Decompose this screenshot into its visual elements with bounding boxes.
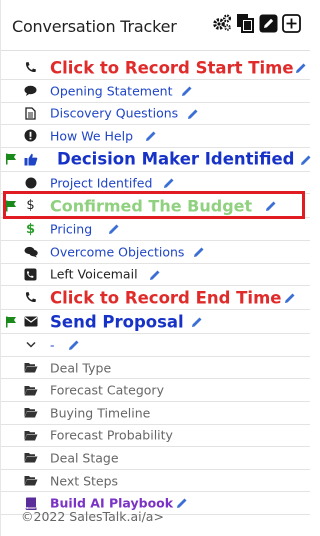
circle-icon [23,176,38,190]
phone-icon [23,61,38,75]
pencil-icon[interactable] [193,246,205,258]
voicemail-icon [23,267,38,281]
list-item-label: - [50,337,55,353]
panel-header: Conversation Tracker [1,0,310,51]
list-item-label: Deal Type [50,360,112,376]
list-item[interactable]: Forecast Probability [1,425,310,448]
list-item[interactable]: $ Pricing [1,218,310,241]
pencil-icon[interactable] [300,154,312,166]
pencil-icon[interactable] [176,497,188,509]
list-item[interactable]: Discovery Questions [1,103,310,126]
book-icon [23,496,38,510]
folder-open-icon [23,451,38,465]
comments-icon [23,245,38,259]
list-item-label: Forecast Category [50,382,164,398]
pencil-icon[interactable] [145,130,157,142]
list-item[interactable]: Send Proposal [1,310,310,335]
thumbs-up-icon [23,152,38,166]
list-item-label: Project Identifed [50,175,153,191]
pencil-icon[interactable] [163,177,175,189]
pencil-icon[interactable] [181,85,193,97]
chevron-down-icon[interactable] [23,338,38,352]
list-item[interactable]: Buying Timeline [1,402,310,425]
list-item-label: Discovery Questions [50,105,179,121]
pencil-icon[interactable] [284,292,296,304]
list-item-label: Forecast Probability [50,427,173,443]
pencil-icon[interactable] [191,316,203,328]
list-item-label: Confirmed The Budget [50,196,253,216]
folder-open-icon [23,428,38,442]
list-item-label: Click to Record Start Time [50,58,294,77]
pencil-icon[interactable] [68,339,80,351]
pencil-icon[interactable] [295,62,307,74]
list-item[interactable]: - [1,334,310,357]
gears-icon[interactable] [212,13,232,33]
flag-icon [6,200,16,212]
list-item-label: How We Help [50,128,134,144]
document-icon [23,106,38,120]
exclamation-circle-icon [23,129,38,143]
list-item-label: Next Steps [50,473,119,489]
list-item-label: Opening Statement [50,83,173,99]
list-item[interactable]: Deal Type [1,357,310,380]
list-item-label: Left Voicemail [50,266,138,282]
copyright-footer[interactable]: ©2022 SalesTalk.ai/a> [21,509,164,524]
conversation-tracker-panel: Conversation Tracker Click to Record Sta… [0,0,312,536]
folder-open-icon [23,474,38,488]
list-item-label: Buying Timeline [50,405,151,421]
list-item-label: Overcome Objections [50,244,185,260]
flag-icon [6,153,16,165]
tracker-list: Click to Record Start Time Opening State… [1,56,312,515]
pencil-icon[interactable] [265,200,277,212]
list-item[interactable]: Overcome Objections [1,241,310,264]
list-item[interactable]: Click to Record Start Time [1,56,310,80]
list-item[interactable]: $ Confirmed The Budget [1,191,310,220]
copy-icon[interactable] [235,13,255,33]
folder-open-icon [23,383,38,397]
edit-square-icon[interactable] [258,13,278,33]
header-toolbar [212,13,301,33]
list-item[interactable]: Forecast Category [1,379,310,402]
list-item[interactable]: Deal Stage [1,447,310,470]
pencil-icon[interactable] [149,269,161,281]
list-item-label: Send Proposal [50,312,184,332]
folder-open-icon [23,361,38,375]
pencil-icon[interactable] [108,223,120,235]
list-item-label: Decision Maker Identified [57,149,295,169]
list-item[interactable]: Next Steps [1,470,310,493]
list-item[interactable]: Left Voicemail [1,264,310,287]
comment-icon [23,84,38,98]
list-item[interactable]: Opening Statement [1,80,310,103]
list-item-label: Click to Record End Time [50,288,282,308]
list-item-label: Pricing [50,221,93,237]
plus-square-icon[interactable] [281,13,301,33]
panel-title: Conversation Tracker [12,17,177,36]
list-item[interactable]: How We Help [1,125,310,148]
pencil-icon[interactable] [187,108,199,120]
list-item[interactable]: Decision Maker Identified [1,148,312,172]
dollar-icon: $ [25,221,36,237]
envelope-icon [23,315,38,329]
list-item[interactable]: Project Identifed [1,172,310,195]
flag-icon [6,316,16,328]
list-item[interactable]: Click to Record End Time [1,286,310,311]
dollar-icon: $ [26,198,35,214]
phone-icon [23,291,38,305]
folder-open-icon [23,406,38,420]
list-item-label: Deal Stage [50,450,119,466]
